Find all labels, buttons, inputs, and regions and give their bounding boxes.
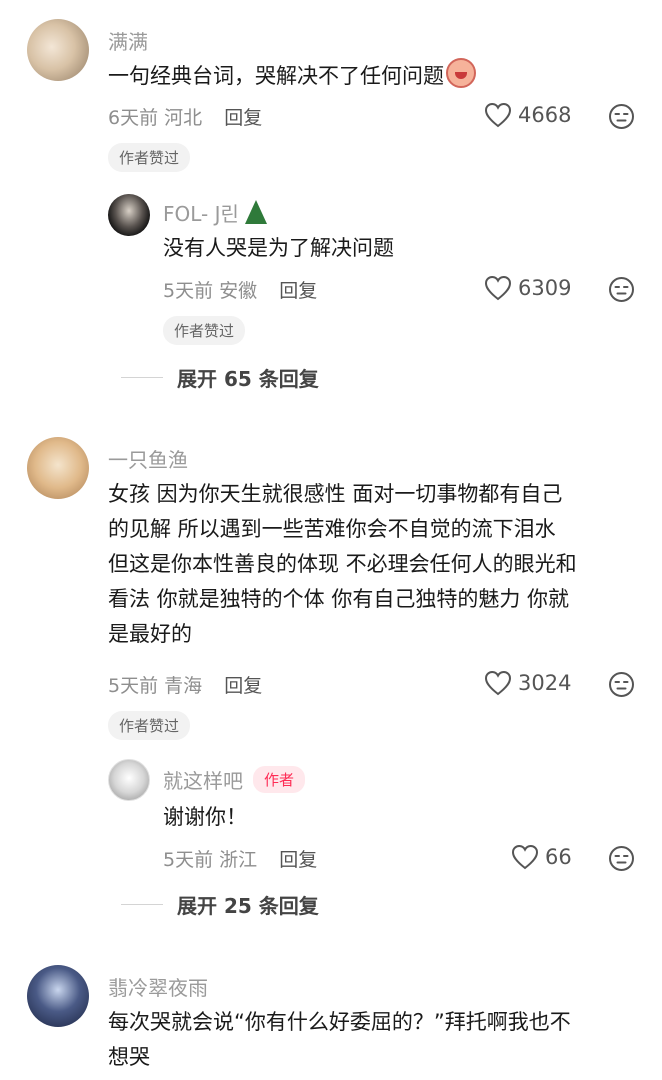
reply-username[interactable]: FOL- J린	[163, 198, 267, 227]
comment-time: 5天前	[108, 675, 159, 697]
user-avatar[interactable]	[27, 965, 89, 1027]
heart-outline-icon	[484, 102, 512, 128]
comment-meta: 5天前 青海 回复	[108, 671, 262, 698]
expand-replies-label: 展开 65 条回复	[177, 367, 319, 391]
reply-username-text: 就这样吧	[163, 769, 243, 793]
neutral-face-icon	[609, 104, 634, 129]
like-count: 66	[545, 845, 572, 869]
comment-meta: 6天前 河北 回复	[108, 103, 262, 130]
comment-text-line: 但这是你本性善良的体现 不必理会任何人的眼光和	[108, 552, 577, 576]
reply-meta: 5天前 浙江 回复	[163, 845, 317, 872]
comment-text-line: 女孩 因为你天生就很感性 面对一切事物都有自己	[108, 482, 563, 506]
heart-outline-icon	[484, 275, 512, 301]
comment-item: 一只鱼渔 女孩 因为你天生就很感性 面对一切事物都有自己 的见解 所以遇到一些苦…	[0, 420, 662, 945]
comment-time: 6天前	[108, 107, 159, 129]
like-button[interactable]: 66	[511, 844, 572, 870]
comment-location: 青海	[164, 675, 203, 697]
comment-item: 翡冷翠夜雨 每次哭就会说“你有什么好委屈的？”拜托啊我也不 想哭	[0, 945, 662, 1080]
user-avatar[interactable]	[27, 19, 89, 81]
neutral-face-icon	[609, 672, 634, 697]
like-button[interactable]: 6309	[484, 275, 571, 301]
user-avatar[interactable]	[108, 194, 150, 236]
author-liked-badge: 作者赞过	[108, 143, 191, 172]
reply-button[interactable]: 回复	[279, 280, 317, 302]
comment-item: 满满 一句经典台词，哭解决不了任何问题 6天前 河北 回复 4668 作者赞过 …	[0, 0, 662, 420]
reply-time: 5天前	[163, 280, 214, 302]
neutral-face-icon	[609, 846, 634, 871]
divider	[121, 904, 163, 905]
like-count: 4668	[518, 103, 572, 127]
username[interactable]: 翡冷翠夜雨	[108, 972, 208, 1001]
comment-text: 一句经典台词，哭解决不了任何问题	[108, 58, 476, 94]
heart-outline-icon	[484, 670, 512, 696]
author-liked-badge: 作者赞过	[108, 711, 191, 740]
like-button[interactable]: 3024	[484, 670, 571, 696]
username[interactable]: 满满	[108, 26, 148, 55]
expand-replies-button[interactable]: 展开 65 条回复	[121, 363, 319, 392]
expand-replies-label: 展开 25 条回复	[177, 894, 319, 918]
neutral-face-icon	[609, 277, 634, 302]
dislike-button[interactable]	[608, 276, 635, 307]
user-avatar[interactable]	[27, 437, 89, 499]
like-count: 6309	[518, 276, 572, 300]
comment-text-line: 看法 你就是独特的个体 你有自己独特的魅力 你就	[108, 587, 570, 611]
dislike-button[interactable]	[608, 845, 635, 876]
author-tag: 作者	[253, 766, 306, 793]
user-avatar[interactable]	[108, 759, 150, 801]
reply-button[interactable]: 回复	[279, 849, 317, 871]
comment-text: 每次哭就会说“你有什么好委屈的？”拜托啊我也不 想哭	[108, 1005, 648, 1075]
reply-username[interactable]: 就这样吧 作者	[163, 765, 306, 794]
comment-text-line: 想哭	[108, 1045, 150, 1069]
crying-face-emoji-icon	[446, 58, 476, 88]
reply-text: 没有人哭是为了解决问题	[163, 236, 394, 260]
reply-time: 5天前	[163, 849, 214, 871]
dislike-button[interactable]	[608, 671, 635, 702]
reply-location: 浙江	[219, 849, 258, 871]
comment-location: 河北	[164, 107, 203, 129]
dislike-button[interactable]	[608, 103, 635, 134]
evergreen-tree-icon	[244, 200, 267, 224]
reply-username-text: FOL- J린	[163, 202, 239, 226]
comment-text-content: 一句经典台词，哭解决不了任何问题	[108, 64, 444, 88]
comment-text: 女孩 因为你天生就很感性 面对一切事物都有自己 的见解 所以遇到一些苦难你会不自…	[108, 477, 638, 652]
expand-replies-button[interactable]: 展开 25 条回复	[121, 890, 319, 919]
reply-meta: 5天前 安徽 回复	[163, 276, 317, 303]
reply-button[interactable]: 回复	[224, 675, 262, 697]
username[interactable]: 一只鱼渔	[108, 444, 188, 473]
reply-button[interactable]: 回复	[224, 107, 262, 129]
divider	[121, 377, 163, 378]
like-button[interactable]: 4668	[484, 102, 571, 128]
reply-text: 谢谢你！	[163, 805, 247, 829]
comment-text-line: 每次哭就会说“你有什么好委屈的？”拜托啊我也不	[108, 1010, 571, 1034]
comment-text-line: 的见解 所以遇到一些苦难你会不自觉的流下泪水	[108, 517, 556, 541]
reply-location: 安徽	[219, 280, 258, 302]
comment-text-line: 是最好的	[108, 622, 192, 646]
author-liked-badge: 作者赞过	[163, 316, 246, 345]
like-count: 3024	[518, 671, 572, 695]
heart-outline-icon	[511, 844, 539, 870]
